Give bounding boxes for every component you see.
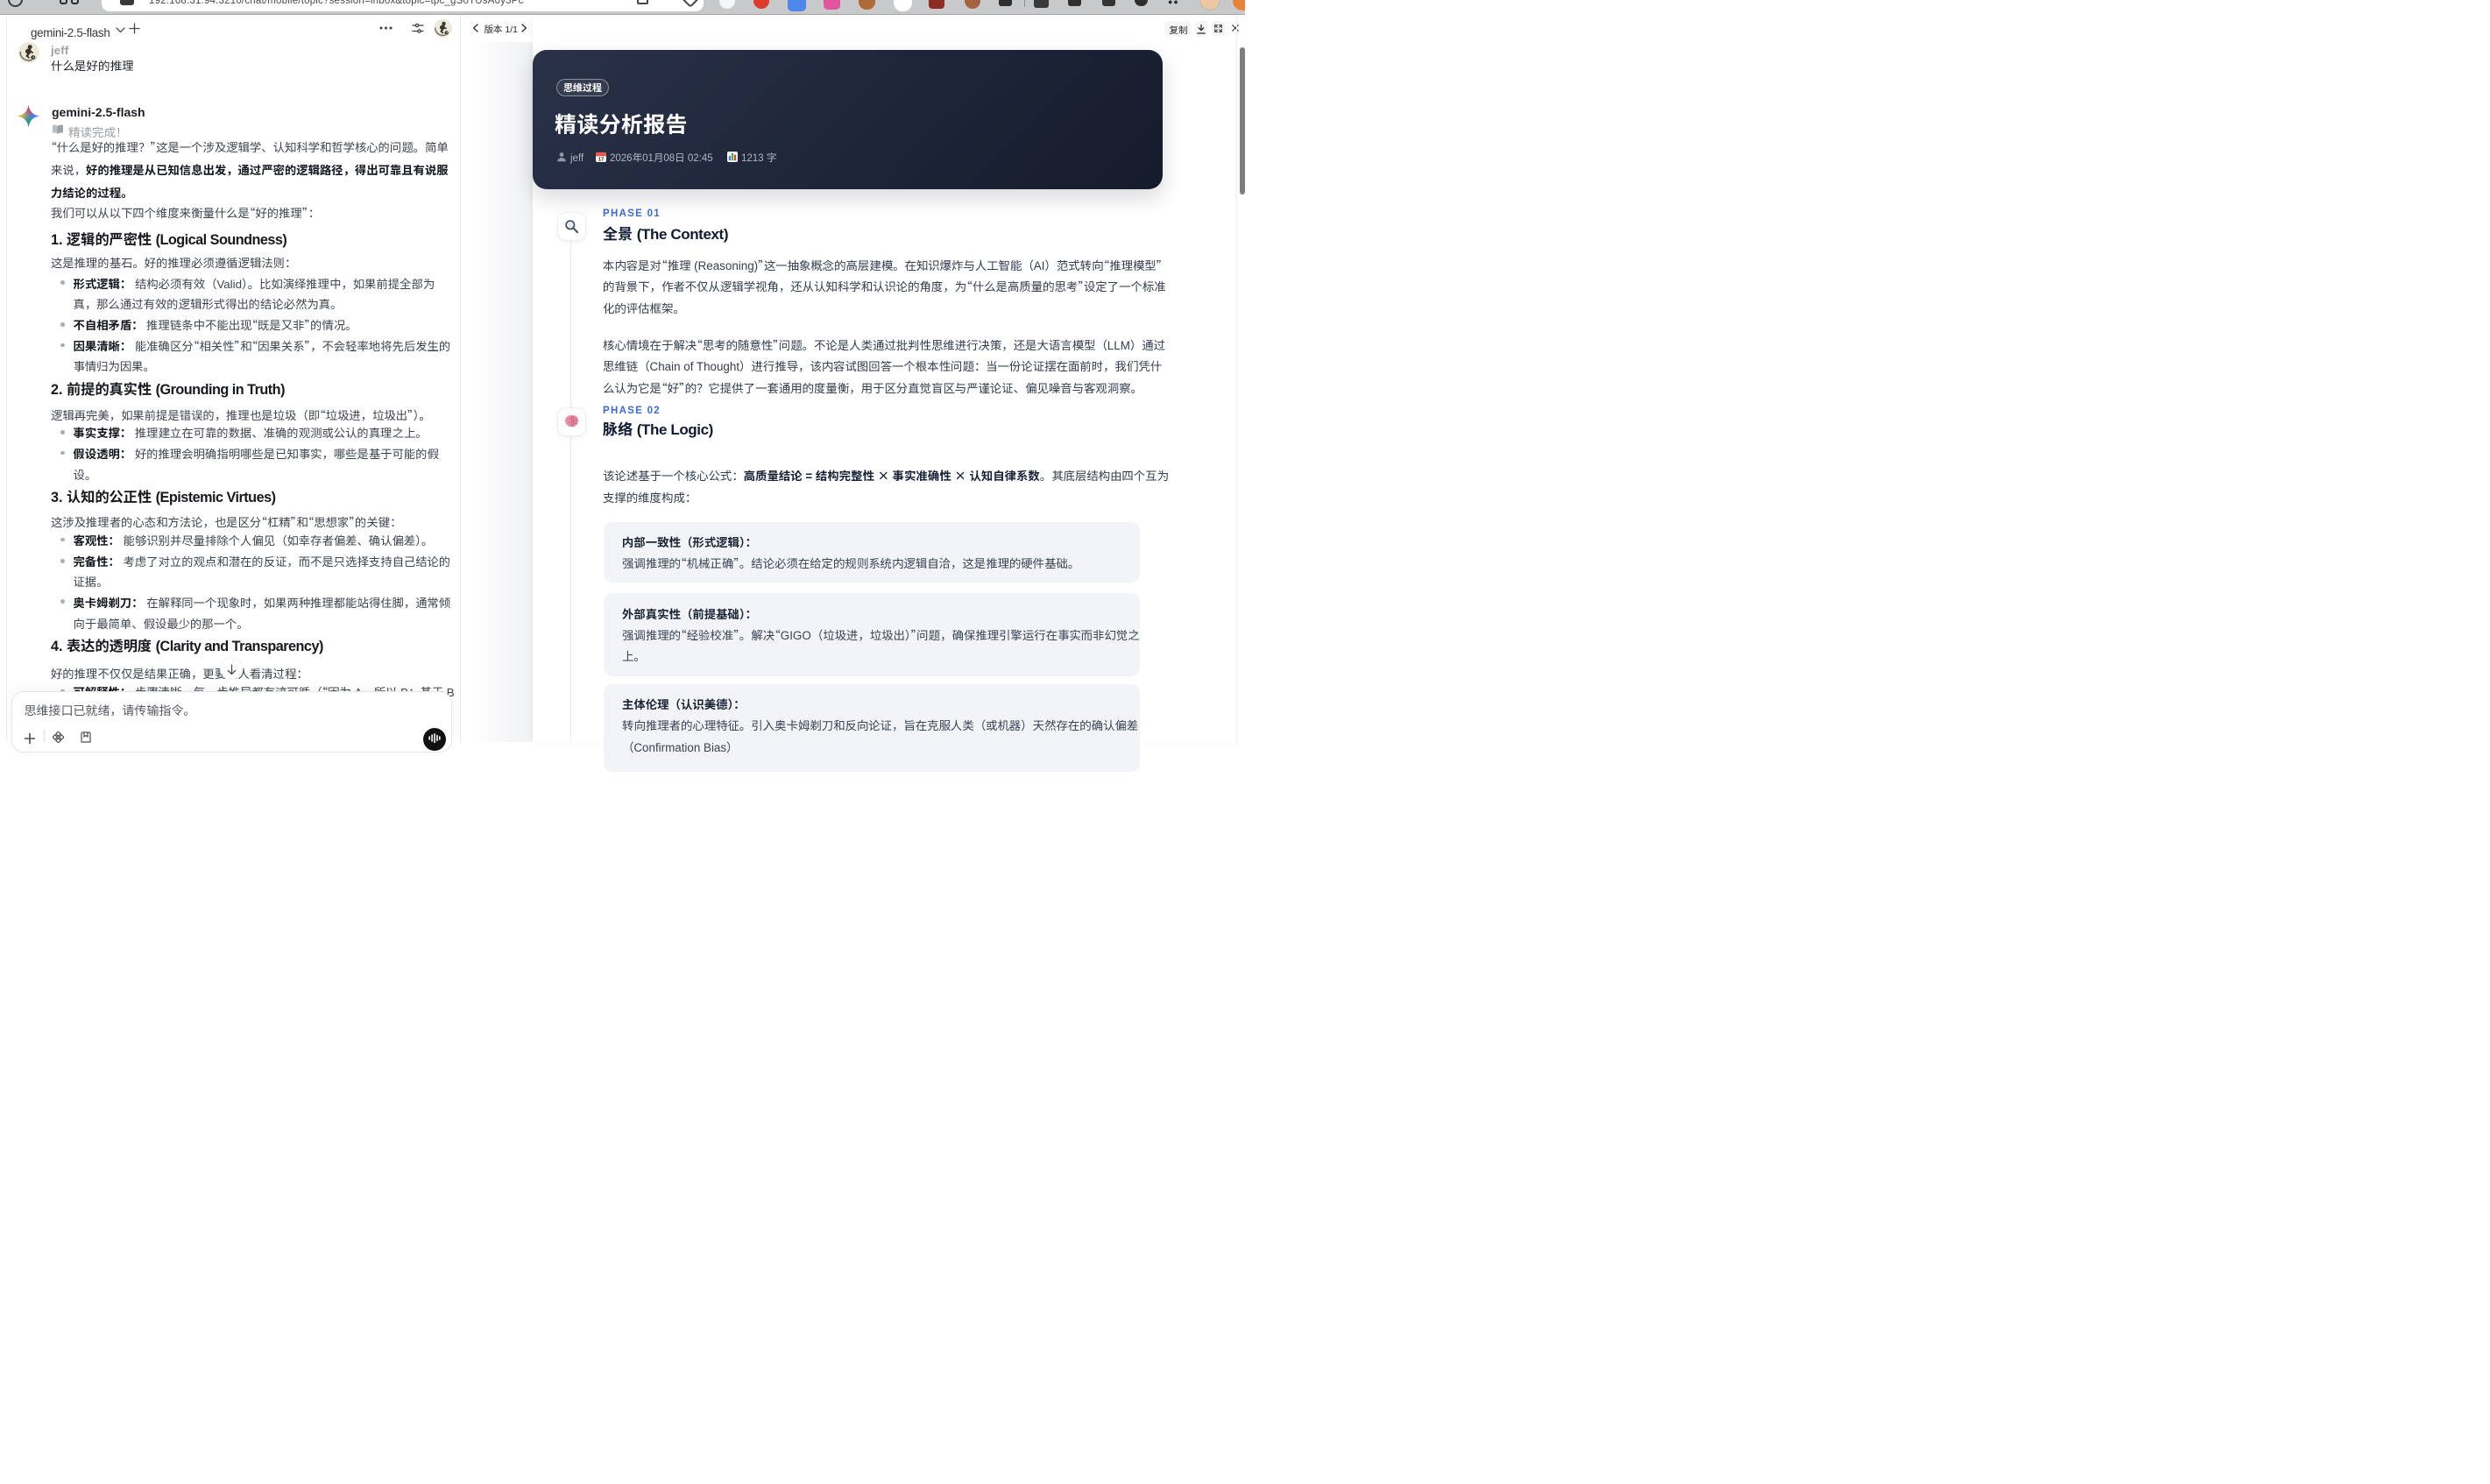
svg-text:17: 17 xyxy=(598,157,604,162)
